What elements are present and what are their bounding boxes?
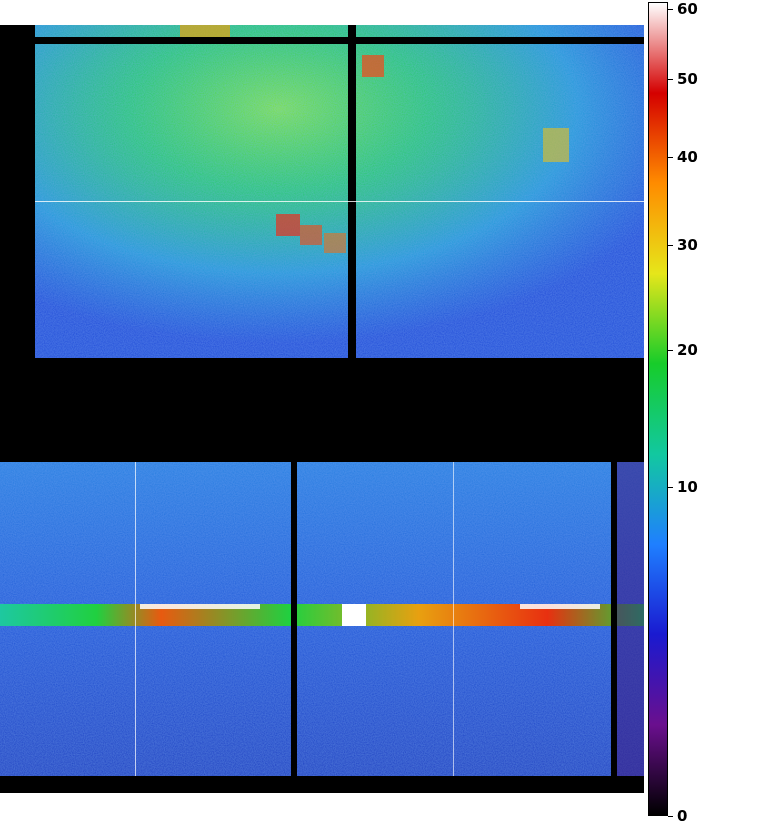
bottom-column-gap-2 xyxy=(611,462,617,776)
top-bad-row xyxy=(35,201,644,202)
colorbar-tick xyxy=(668,245,673,247)
colorbar-tick-label: 50 xyxy=(677,70,698,89)
colorbar-tick-label: 20 xyxy=(677,341,698,360)
top-panel xyxy=(35,25,644,360)
saturated-band-2 xyxy=(520,604,600,609)
colorbar-tick-label: 60 xyxy=(677,0,698,18)
hot-spot-5 xyxy=(324,233,346,253)
bottom-column-gap-1 xyxy=(291,462,297,776)
detector-image xyxy=(0,0,644,817)
hot-spot-3 xyxy=(276,214,300,236)
detector-svg xyxy=(0,25,644,793)
top-row-gap xyxy=(35,37,644,44)
hot-spot-4 xyxy=(300,225,322,245)
colorbar-tick xyxy=(668,157,673,159)
colorbar-tick xyxy=(668,350,673,352)
bottom-edge-gap xyxy=(0,776,644,793)
saturated-band-1 xyxy=(140,604,260,609)
middle-gap xyxy=(0,358,644,462)
colorbar xyxy=(648,2,668,816)
saturated-block xyxy=(342,604,366,626)
colorbar-tick-label: 40 xyxy=(677,148,698,167)
colorbar-tick xyxy=(668,486,673,488)
colorbar-tick xyxy=(668,79,673,81)
bad-column-1 xyxy=(135,462,136,776)
colorbar-tick-label: 30 xyxy=(677,236,698,255)
top-left-gap xyxy=(0,25,35,360)
colorbar-tick-label: 10 xyxy=(677,477,698,496)
hot-spot-2 xyxy=(543,128,569,162)
top-edge-glow xyxy=(180,25,230,37)
bad-column-2 xyxy=(453,462,454,776)
bottom-right-strip xyxy=(617,462,644,776)
colorbar-tick xyxy=(668,9,673,10)
top-column-gap xyxy=(348,25,356,360)
hot-spot-1 xyxy=(362,55,384,77)
